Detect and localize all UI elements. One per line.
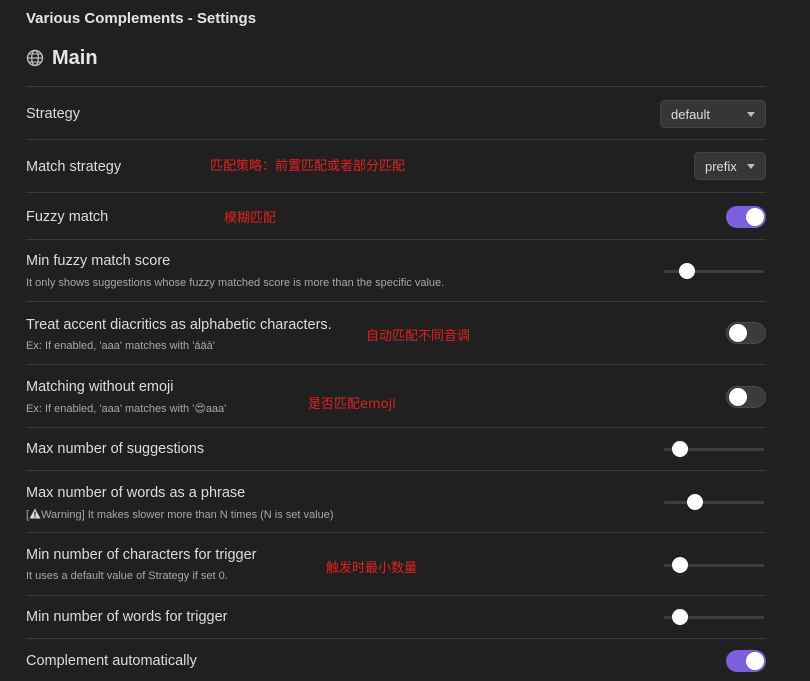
toggle-knob <box>729 324 747 342</box>
setting-min-characters-for-trigger: Min number of characters for trigger It … <box>26 532 766 596</box>
setting-name: Fuzzy match <box>26 209 109 225</box>
match-strategy-dropdown[interactable]: prefix <box>694 152 766 180</box>
setting-description: It uses a default value of Strategy if s… <box>26 570 228 582</box>
annotation: 自动匹配不同音调 <box>366 329 471 344</box>
settings-page: Various Complements - Settings Main Stra… <box>0 0 810 681</box>
setting-name: Min number of characters for trigger <box>26 547 257 563</box>
strategy-dropdown[interactable]: default <box>660 100 766 128</box>
setting-description: Ex: If enabled, 'aaa' matches with 'áäā' <box>26 340 215 352</box>
slider-track <box>664 501 764 504</box>
treat-accent-diacritics-toggle[interactable] <box>726 322 766 344</box>
matching-without-emoji-toggle[interactable] <box>726 386 766 408</box>
slider-thumb[interactable] <box>671 609 688 625</box>
min-words-for-trigger-slider[interactable] <box>664 609 764 625</box>
fuzzy-match-toggle[interactable] <box>726 206 766 228</box>
setting-max-number-of-suggestions: Max number of suggestions <box>26 427 766 471</box>
slider-thumb[interactable] <box>686 494 703 510</box>
setting-name: Min number of words for trigger <box>26 609 228 625</box>
setting-name: Strategy <box>26 106 80 122</box>
chevron-down-icon <box>747 163 755 169</box>
emoji-glyph: 😍 <box>194 403 206 415</box>
annotation: 模糊匹配 <box>224 211 277 226</box>
setting-name: Match strategy <box>26 159 122 175</box>
setting-max-number-of-words-as-phrase: Max number of words as a phrase [Warning… <box>26 470 766 533</box>
setting-fuzzy-match: Fuzzy match 模糊匹配 <box>26 192 766 240</box>
slider-thumb[interactable] <box>672 441 689 457</box>
setting-matching-without-emoji: Matching without emoji Ex: If enabled, '… <box>26 364 766 428</box>
description-prefix: Ex: If enabled, 'aaa' matches with ' <box>26 403 195 415</box>
setting-description: [Warning] It makes slower more than N ti… <box>26 508 333 522</box>
setting-complement-automatically: Complement automatically <box>26 638 766 681</box>
setting-min-words-for-trigger: Min number of words for trigger <box>26 595 766 639</box>
setting-strategy: Strategy default <box>26 86 766 140</box>
annotation: 是否匹配emoji <box>308 397 396 412</box>
toggle-knob <box>746 652 764 670</box>
slider-thumb[interactable] <box>671 557 688 573</box>
setting-min-fuzzy-match-score: Min fuzzy match score It only shows sugg… <box>26 239 766 302</box>
max-number-of-words-slider[interactable] <box>664 494 764 510</box>
annotation: 触发时最小数量 <box>326 561 418 576</box>
description-suffix: aaa' <box>205 403 227 415</box>
globe-icon <box>26 49 44 67</box>
section-heading: Main <box>26 45 98 71</box>
section-title: Main <box>52 46 98 69</box>
max-number-of-suggestions-slider[interactable] <box>664 441 764 457</box>
warning-icon <box>29 508 41 522</box>
setting-name: Treat accent diacritics as alphabetic ch… <box>26 317 332 333</box>
min-fuzzy-match-score-slider[interactable] <box>664 263 764 279</box>
setting-description: Ex: If enabled, 'aaa' matches with '😍aaa… <box>26 402 226 415</box>
chevron-down-icon <box>747 111 755 117</box>
setting-name: Min fuzzy match score <box>26 253 171 269</box>
complement-automatically-toggle[interactable] <box>726 650 766 672</box>
min-characters-for-trigger-slider[interactable] <box>664 557 764 573</box>
page-title: Various Complements - Settings <box>26 10 257 27</box>
setting-name: Complement automatically <box>26 653 197 669</box>
description-warning-word: Warning <box>41 509 82 521</box>
setting-name: Matching without emoji <box>26 379 174 395</box>
dropdown-value: default <box>671 106 711 122</box>
setting-match-strategy: Match strategy 匹配策略：前置匹配或者部分匹配 prefix <box>26 139 766 193</box>
setting-name: Max number of words as a phrase <box>26 485 246 501</box>
toggle-knob <box>746 208 764 226</box>
toggle-knob <box>729 388 747 406</box>
slider-thumb[interactable] <box>679 263 696 279</box>
dropdown-value: prefix <box>705 158 737 174</box>
setting-treat-accent-diacritics: Treat accent diacritics as alphabetic ch… <box>26 301 766 365</box>
description-suffix: ] It makes slower more than N times (N i… <box>81 509 334 521</box>
annotation: 匹配策略：前置匹配或者部分匹配 <box>210 159 406 174</box>
setting-description: It only shows suggestions whose fuzzy ma… <box>26 277 445 289</box>
setting-name: Max number of suggestions <box>26 441 205 457</box>
